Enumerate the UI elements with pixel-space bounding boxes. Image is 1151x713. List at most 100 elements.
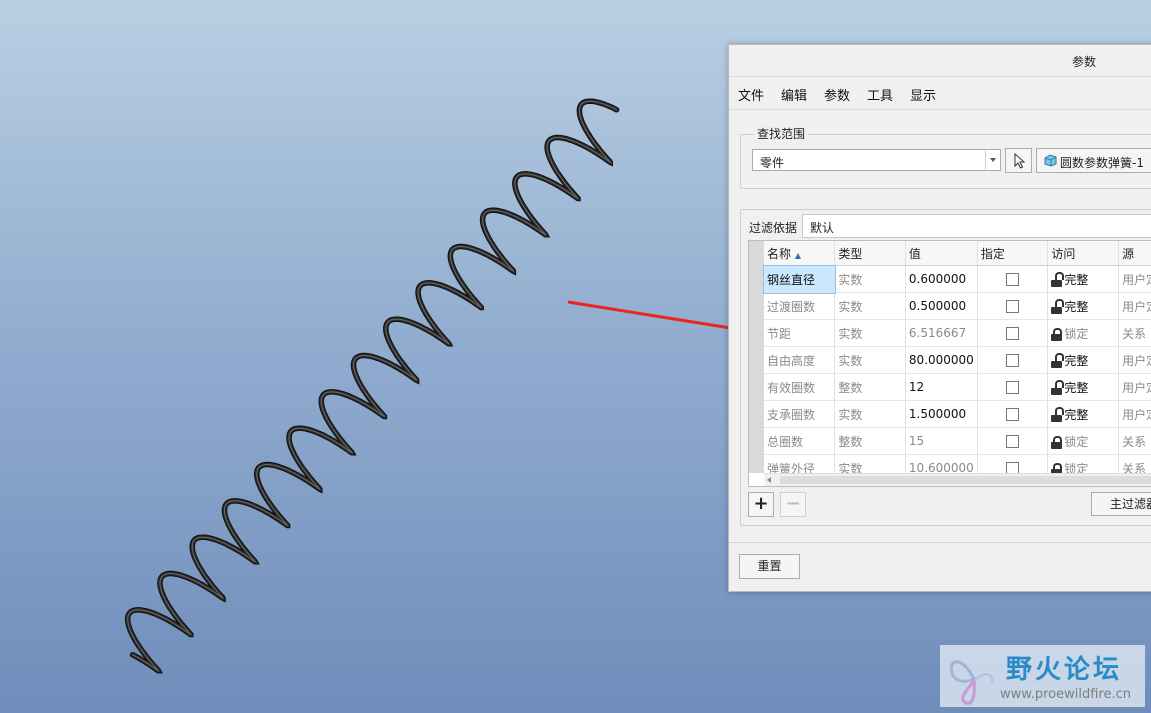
model-name-button[interactable]: 圆数参数弹簧-1	[1036, 148, 1151, 173]
cell-type[interactable]: 实数	[834, 265, 906, 293]
access-label: 锁定	[1064, 326, 1089, 341]
menu-edit[interactable]: 编辑	[781, 85, 807, 104]
select-pointer-button[interactable]	[1005, 148, 1032, 173]
designate-checkbox[interactable]	[1006, 300, 1020, 313]
unlock-icon	[1051, 352, 1065, 368]
cell-value[interactable]: 0.500000	[905, 292, 978, 320]
spring-coil	[125, 99, 619, 673]
filter-select[interactable]: 默认	[802, 214, 1151, 238]
table-row[interactable]: 支承圈数实数1.500000 完整 用户定	[764, 400, 1151, 428]
menu-display[interactable]: 显示	[910, 85, 936, 104]
cell-name[interactable]: 过渡圈数	[764, 292, 836, 320]
cell-source[interactable]: 用户定	[1118, 346, 1151, 374]
designate-checkbox[interactable]	[1006, 327, 1020, 340]
cell-value[interactable]: 80.000000	[905, 346, 978, 374]
cell-type[interactable]: 实数	[834, 292, 906, 320]
cell-type[interactable]: 实数	[834, 346, 906, 374]
menu-tools[interactable]: 工具	[867, 85, 893, 104]
cell-type[interactable]: 整数	[834, 373, 906, 401]
col-header-name[interactable]: 名称 ▲	[764, 241, 836, 266]
cell-access[interactable]: 锁定	[1047, 319, 1120, 347]
access-label: 完整	[1064, 272, 1089, 287]
cell-access[interactable]: 完整	[1047, 265, 1120, 293]
row-header-gutter	[749, 241, 764, 473]
cell-name[interactable]: 总圈数	[764, 427, 836, 455]
butterfly-logo-icon	[949, 660, 994, 705]
menu-parameters[interactable]: 参数	[824, 85, 850, 104]
col-header-name-label: 名称	[767, 246, 792, 261]
filter-select-value: 默认	[810, 221, 835, 235]
cell-type[interactable]: 实数	[834, 319, 906, 347]
cell-name[interactable]: 自由高度	[764, 346, 836, 374]
search-scope-label: 查找范围	[754, 125, 809, 142]
table-row[interactable]: 节距 实数 6.516667 锁定 关系	[764, 319, 1151, 347]
cell-designate	[977, 292, 1049, 320]
cell-source[interactable]: 用户定	[1118, 265, 1151, 293]
table-row[interactable]: 钢丝直径实数0.600000 完整 用户定	[763, 264, 1151, 294]
designate-checkbox[interactable]	[1006, 273, 1020, 286]
chevron-down-icon[interactable]	[985, 150, 1000, 170]
cell-source[interactable]: 用户定	[1118, 400, 1151, 428]
access-label: 完整	[1064, 380, 1089, 395]
divider	[729, 542, 1151, 543]
cell-name[interactable]: 节距	[764, 319, 836, 347]
col-header-designate[interactable]: 指定	[977, 241, 1049, 266]
cell-access[interactable]: 完整	[1047, 292, 1120, 320]
horizontal-scrollbar[interactable]	[764, 473, 1151, 486]
main-filter-button[interactable]: 主过滤器	[1091, 492, 1151, 516]
watermark-url: www.proewildfire.cn	[1000, 687, 1131, 702]
cell-value[interactable]: 1.500000	[905, 400, 978, 428]
col-header-access[interactable]: 访问	[1047, 241, 1120, 266]
col-header-value[interactable]: 值	[905, 241, 978, 266]
remove-parameter-button[interactable]: −	[780, 492, 806, 517]
cell-value[interactable]: 0.600000	[905, 265, 978, 293]
cell-designate	[977, 373, 1049, 401]
lock-icon	[1051, 327, 1063, 341]
cell-source[interactable]: 关系	[1118, 427, 1151, 455]
access-label: 锁定	[1064, 434, 1089, 449]
cell-source[interactable]: 用户定	[1118, 292, 1151, 320]
reset-button[interactable]: 重置	[739, 554, 800, 579]
cell-access[interactable]: 锁定	[1047, 427, 1120, 455]
cell-type[interactable]: 实数	[834, 400, 906, 428]
unlock-icon	[1051, 406, 1065, 422]
col-header-type[interactable]: 类型	[834, 241, 906, 266]
cell-source[interactable]: 关系	[1118, 319, 1151, 347]
col-header-source[interactable]: 源	[1118, 241, 1151, 266]
add-parameter-button[interactable]: +	[748, 492, 774, 517]
plus-icon: +	[753, 493, 769, 514]
menu-file[interactable]: 文件	[738, 85, 764, 104]
designate-checkbox[interactable]	[1006, 381, 1020, 394]
access-label: 完整	[1064, 299, 1089, 314]
cell-value[interactable]: 12	[905, 373, 978, 401]
lock-icon	[1051, 435, 1063, 449]
cell-type[interactable]: 整数	[834, 427, 906, 455]
scrollbar-thumb[interactable]	[780, 476, 1151, 484]
designate-checkbox[interactable]	[1006, 435, 1020, 448]
designate-checkbox[interactable]	[1006, 408, 1020, 421]
minus-icon: −	[785, 493, 801, 514]
cell-access[interactable]: 完整	[1047, 400, 1120, 428]
cell-name[interactable]: 支承圈数	[764, 400, 836, 428]
designate-checkbox[interactable]	[1006, 354, 1020, 367]
table-row[interactable]: 自由高度实数80.000000 完整 用户定	[764, 346, 1151, 374]
cell-value[interactable]: 15	[905, 427, 978, 455]
cell-access[interactable]: 完整	[1047, 346, 1120, 374]
parameter-grid: 名称 ▲ 类型 值 指定 访问 源 钢丝直径实数0.600000完整用户定过渡圈…	[763, 241, 1151, 482]
table-row[interactable]: 过渡圈数实数0.500000 完整 用户定	[764, 292, 1151, 320]
cell-name[interactable]: 钢丝直径	[763, 264, 836, 294]
scroll-left-icon[interactable]	[767, 477, 771, 483]
table-row[interactable]: 有效圈数整数12 完整 用户定	[764, 373, 1151, 401]
cell-access[interactable]: 完整	[1047, 373, 1120, 401]
cell-value[interactable]: 6.516667	[905, 319, 978, 347]
part-cube-icon	[1044, 154, 1057, 167]
scope-select-value: 零件	[760, 156, 785, 170]
dialog-titlebar[interactable]: 参数	[729, 45, 1151, 77]
scope-select[interactable]: 零件	[752, 149, 1001, 171]
table-row[interactable]: 总圈数 整数 15 锁定 关系	[764, 427, 1151, 455]
unlock-icon	[1051, 379, 1065, 395]
cell-name[interactable]: 有效圈数	[764, 373, 836, 401]
cell-designate	[977, 427, 1049, 455]
unlock-icon	[1051, 271, 1065, 287]
cell-source[interactable]: 用户定	[1118, 373, 1151, 401]
